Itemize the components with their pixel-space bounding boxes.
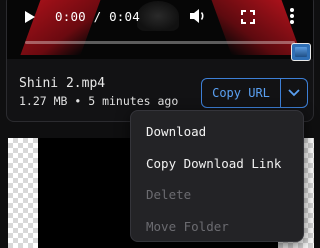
video-player[interactable]: 0:00 / 0:04 (7, 0, 313, 59)
file-thumbnail-icon (291, 43, 311, 61)
menu-item-copy-download-link[interactable]: Copy Download Link (131, 148, 303, 180)
chevron-down-icon (288, 89, 300, 97)
file-info: 1.27 MB • 5 minutes ago (19, 94, 179, 108)
fullscreen-icon[interactable] (241, 9, 255, 28)
file-card: 0:00 / 0:04 Shini 2.mp4 1.27 MB • 5 minu… (6, 0, 314, 122)
app-root: 0:00 / 0:04 Shini 2.mp4 1.27 MB • 5 minu… (0, 0, 320, 248)
menu-item-download[interactable]: Download (131, 116, 303, 148)
more-vert-icon[interactable] (289, 7, 295, 29)
video-frame-figure (137, 1, 179, 31)
copy-options-dropdown-button[interactable] (281, 79, 307, 107)
menu-item-delete: Delete (146, 187, 192, 203)
video-progress-bar[interactable] (25, 41, 295, 44)
copy-url-split-button: Copy URL (201, 78, 308, 108)
copy-url-button[interactable]: Copy URL (202, 79, 280, 107)
transparency-checker (8, 138, 38, 248)
play-icon[interactable] (25, 11, 35, 23)
copy-options-menu: Download Copy Download Link Delete Move … (130, 110, 304, 242)
file-name: Shini 2.mp4 (19, 76, 106, 91)
video-time: 0:00 / 0:04 (55, 9, 140, 24)
volume-icon[interactable] (189, 8, 207, 28)
menu-item-move-folder: Move Folder (146, 218, 229, 234)
